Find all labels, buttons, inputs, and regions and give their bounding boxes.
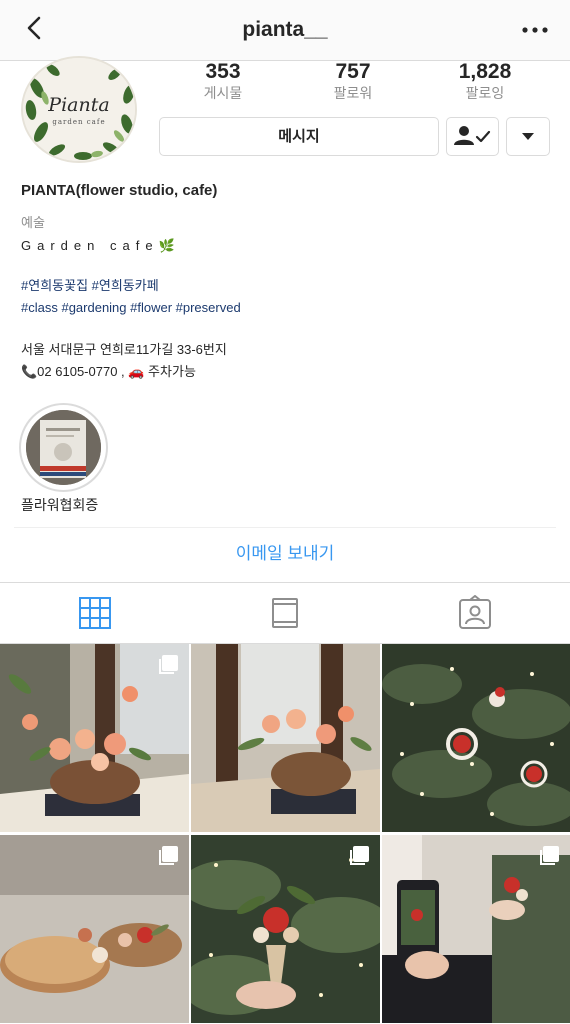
highlight-cover-image [26,410,101,485]
avatar-logo-text: Pianta [48,94,110,116]
stat-followers-label: 팔로워 [333,85,373,101]
grid-post[interactable] [382,644,570,832]
following-button[interactable] [446,117,499,156]
tagged-icon [459,594,491,629]
stat-following-label: 팔로잉 [465,85,505,101]
stat-followers[interactable]: 757 팔로워 [288,60,418,102]
grid-post[interactable] [191,835,380,1023]
tab-tagged[interactable] [455,594,495,631]
bio-name: PIANTA(flower studio, cafe) [21,182,218,199]
profile-avatar[interactable]: Pianta garden cafe [21,56,137,163]
bio-address[interactable]: 서울 서대문구 연희로11가길 33-6번지 [21,339,551,361]
bio-category: 예술 [21,215,45,230]
photo-grid [0,644,570,1024]
bio-hashtags-1[interactable]: #연희동꽃집 #연희동카페 [21,275,551,297]
feed-icon [272,598,298,628]
avatar-logo-subtext: garden cafe [52,118,106,126]
send-email-button[interactable]: 이메일 보내기 [0,542,570,566]
grid-post[interactable] [0,644,189,832]
story-highlight[interactable] [19,403,108,492]
multi-photo-icon [540,846,559,865]
top-bar: pianta__ [0,0,570,61]
stat-following[interactable]: 1,828 팔로잉 [420,60,550,102]
bio-tagline: Garden cafe🌿 [21,238,181,253]
more-dots-icon[interactable] [520,18,550,42]
profile-username-title: pianta__ [242,18,328,41]
multi-photo-icon [159,655,178,674]
message-button[interactable]: 메시지 [159,117,439,156]
stat-followers-count: 757 [335,60,371,83]
grid-icon [79,597,111,629]
tab-feed[interactable] [265,595,305,631]
profile-bio: PIANTA(flower studio, cafe) 예술 Garden ca… [21,181,551,383]
highlight-label: 플라워협회증 [21,497,99,513]
bio-phone[interactable]: 📞02 6105-0770 , 🚗 주차가능 [21,361,551,383]
multi-photo-icon [350,846,369,865]
bio-hashtags-2[interactable]: #class #gardening #flower #preserved [21,297,551,319]
stat-posts-label: 게시물 [203,85,243,101]
grid-post[interactable] [0,835,189,1023]
grid-post[interactable] [191,644,380,832]
stat-posts[interactable]: 353 게시물 [158,60,288,102]
stat-following-count: 1,828 [458,60,512,83]
profile-stats: 353 게시물 757 팔로워 1,828 팔로잉 [158,60,550,104]
grid-post[interactable] [382,835,570,1023]
suggested-dropdown-button[interactable] [506,117,550,156]
tab-grid[interactable] [75,595,115,631]
stat-posts-count: 353 [205,60,241,83]
caret-down-icon [522,133,534,140]
multi-photo-icon [159,846,178,865]
divider [14,527,556,528]
profile-tabs [0,583,570,643]
person-check-icon [454,126,491,145]
